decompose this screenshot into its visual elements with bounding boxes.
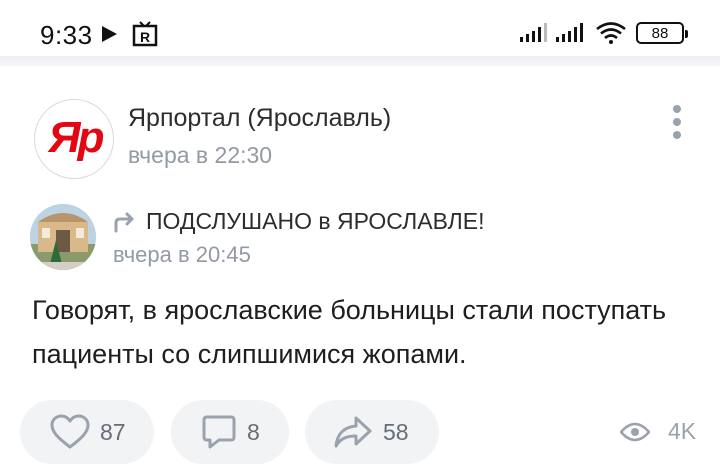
repost-source[interactable]: ПОДСЛУШАНО в ЯРОСЛАВЛЕ! [146,208,485,235]
status-bar: 9:33 R 88 [0,0,720,56]
views-count: 4K [668,418,697,444]
share-count: 58 [383,418,409,445]
comment-count: 8 [247,418,260,445]
views-counter: 4K [620,418,696,445]
share-icon [334,416,372,448]
post-text: Говорят, в ярославские больницы стали по… [32,295,667,369]
battery-icon: 88 [636,22,688,44]
battery-tip [685,30,688,38]
comment-button[interactable]: 8 [171,400,289,464]
wifi-icon [596,22,626,44]
tv-icon: R [132,21,158,47]
avatar[interactable]: Яр [34,99,114,179]
play-icon [102,26,117,42]
repost-avatar[interactable] [30,204,96,270]
building-image [30,204,96,270]
heart-icon [50,414,90,449]
like-count: 87 [100,418,126,445]
yarportal-logo: Яр [48,113,107,162]
avatar-logo-text: Яр [48,113,104,162]
like-button[interactable]: 87 [20,400,154,464]
repost-time: вчера в 20:45 [113,242,251,267]
feed-separator [0,56,720,66]
signal-icon [556,23,583,42]
status-time: 9:33 [40,20,93,50]
eye-icon [620,422,650,441]
battery-level: 88 [651,24,669,42]
tv-icon-letter: R [140,29,150,45]
more-options-icon[interactable] [670,105,684,141]
repost-icon [114,212,134,233]
post-author[interactable]: Ярпортал (Ярославль) [128,104,391,133]
comment-icon [202,415,236,449]
signal-icon [520,23,547,42]
share-button[interactable]: 58 [305,400,439,464]
post-time: вчера в 22:30 [128,142,273,168]
